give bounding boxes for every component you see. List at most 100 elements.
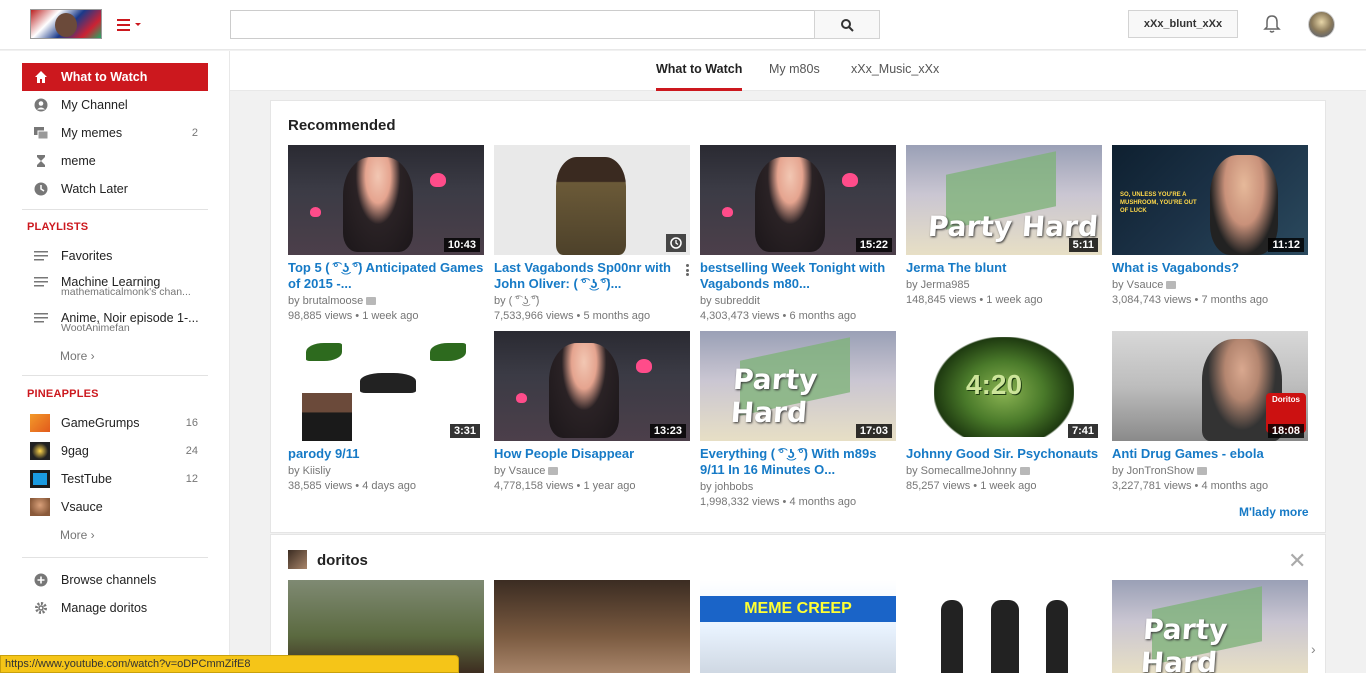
guide-menu-button[interactable]: [117, 16, 143, 34]
video-thumbnail[interactable]: Party Hard 17:03: [700, 331, 896, 441]
video-thumbnail[interactable]: [494, 580, 690, 673]
channel-name[interactable]: by SomecallmeJohnny: [906, 465, 1017, 477]
video-card[interactable]: 13:23 How People Disappear by Vsauce 4,7…: [494, 331, 690, 494]
search-input[interactable]: [230, 10, 815, 39]
video-channel[interactable]: by Vsauce: [494, 464, 690, 479]
site-logo[interactable]: [30, 9, 102, 39]
sidebar-item-my-channel[interactable]: My Channel: [22, 91, 208, 119]
video-card[interactable]: Last Vagabonds Sp00nr with John Oliver: …: [494, 145, 690, 324]
avatar[interactable]: [1308, 11, 1335, 38]
playlist-icon: [34, 251, 48, 261]
upload-age: 1 week ago: [980, 480, 1037, 492]
video-thumbnail[interactable]: Doritos 18:08: [1112, 331, 1308, 441]
upload-age: 7 months ago: [1201, 294, 1269, 306]
video-channel[interactable]: by brutalmoose: [288, 294, 484, 309]
video-card[interactable]: Party Hard 5:11 Jerma The blunt by Jerma…: [906, 145, 1102, 308]
sidebar-item-label: Manage doritos: [61, 601, 148, 615]
channel-name[interactable]: by brutalmoose: [288, 295, 363, 307]
video-channel[interactable]: by Jerma985: [906, 278, 1102, 293]
chevron-down-icon: [135, 23, 141, 26]
video-card[interactable]: SO, UNLESS YOU'RE A MUSHROOM, YOU'RE OUT…: [1112, 145, 1308, 308]
sidebar-item-watch-later[interactable]: Watch Later: [22, 175, 208, 203]
video-title[interactable]: What is Vagabonds?: [1112, 260, 1308, 276]
video-thumbnail[interactable]: Party Hard: [1112, 580, 1308, 673]
video-channel[interactable]: by ( ͡° ͜ʖ ͡°): [494, 294, 690, 309]
channel-name[interactable]: by ( ͡° ͜ʖ ͡°): [494, 295, 539, 307]
video-card[interactable]: Doritos 18:08 Anti Drug Games - ebola by…: [1112, 331, 1308, 494]
channel-thumbnail[interactable]: [288, 550, 307, 569]
video-thumbnail[interactable]: 10:43: [288, 145, 484, 255]
video-channel[interactable]: by Kiisliy: [288, 464, 484, 479]
video-thumbnail[interactable]: MEME CREEP: [700, 580, 896, 673]
sidebar-item-what-to-watch[interactable]: What to Watch: [22, 63, 208, 91]
video-thumbnail[interactable]: SO, UNLESS YOU'RE A MUSHROOM, YOU'RE OUT…: [1112, 145, 1308, 255]
sidebar-item-manage-doritos[interactable]: Manage doritos: [22, 594, 208, 622]
section-heading-playlists[interactable]: PLAYLISTS: [27, 221, 88, 233]
video-thumbnail[interactable]: Party Hard 5:11: [906, 145, 1102, 255]
watch-later-icon[interactable]: [666, 234, 686, 252]
video-title[interactable]: How People Disappear: [494, 446, 690, 462]
shelf-more-link[interactable]: M'lady more: [1239, 505, 1309, 519]
chevron-right-icon[interactable]: ›: [1311, 641, 1316, 657]
close-icon[interactable]: ✕: [1288, 550, 1306, 572]
notification-bell-icon[interactable]: [1263, 14, 1281, 34]
video-card[interactable]: 4:20 7:41 Johnny Good Sir. Psychonauts b…: [906, 331, 1102, 494]
person-icon: [34, 98, 48, 112]
sidebar-item-label: Browse channels: [61, 573, 157, 587]
video-channel[interactable]: by JonTronShow: [1112, 464, 1308, 479]
section-heading-pineapples[interactable]: PINEAPPLES: [27, 388, 99, 400]
video-card[interactable]: 10:43 Top 5 ( ͡° ͜ʖ ͡°) Anticipated Game…: [288, 145, 484, 324]
video-channel[interactable]: by johbobs: [700, 480, 896, 495]
video-channel[interactable]: by SomecallmeJohnny: [906, 464, 1102, 479]
sidebar-item-favorites[interactable]: Favorites: [22, 242, 208, 270]
sidebar-item-meme[interactable]: meme: [22, 147, 208, 175]
sidebar-item-anime-noir[interactable]: Anime, Noir episode 1-... WootAnimefan: [22, 304, 208, 338]
playlists-more-link[interactable]: More ›: [60, 349, 95, 363]
verified-icon: [1166, 281, 1177, 290]
video-title[interactable]: Jerma The blunt: [906, 260, 1102, 276]
video-channel[interactable]: by subreddit: [700, 294, 896, 309]
channel-name[interactable]: by subreddit: [700, 295, 760, 307]
sidebar-item-testtube[interactable]: TestTube 12: [22, 465, 208, 493]
channel-name[interactable]: by johbobs: [700, 481, 753, 493]
view-count: 85,257 views: [906, 480, 971, 492]
video-card[interactable]: 3:31 parody 9/11 by Kiisliy 38,585 views…: [288, 331, 484, 494]
sidebar-item-machine-learning[interactable]: Machine Learning mathematicalmonk's chan…: [22, 268, 208, 302]
sidebar-item-count: 12: [185, 473, 198, 485]
video-title[interactable]: Everything ( ͡° ͜ʖ ͡°) With m89s 9/11 In…: [700, 446, 896, 478]
video-thumbnail[interactable]: [494, 145, 690, 255]
tab-my-m80s[interactable]: My m80s: [769, 62, 820, 91]
video-title[interactable]: bestselling Week Tonight with Vagabonds …: [700, 260, 896, 292]
video-thumbnail[interactable]: 4:20 7:41: [906, 331, 1102, 441]
video-title[interactable]: parody 9/11: [288, 446, 484, 462]
sidebar-item-9gag[interactable]: 9gag 24: [22, 437, 208, 465]
video-card[interactable]: Party Hard 17:03 Everything ( ͡° ͜ʖ ͡°) …: [700, 331, 896, 510]
channel-name[interactable]: by Jerma985: [906, 279, 970, 291]
video-title[interactable]: Top 5 ( ͡° ͜ʖ ͡°) Anticipated Games of 2…: [288, 260, 484, 292]
video-title[interactable]: Last Vagabonds Sp00nr with John Oliver: …: [494, 260, 690, 292]
video-thumbnail[interactable]: 13:23: [494, 331, 690, 441]
sidebar-item-browse-channels[interactable]: Browse channels: [22, 566, 208, 594]
tab-xxx-music[interactable]: xXx_Music_xXx: [851, 62, 939, 91]
tab-what-to-watch[interactable]: What to Watch: [656, 62, 743, 91]
sidebar-item-gamegrumps[interactable]: GameGrumps 16: [22, 409, 208, 437]
video-channel[interactable]: by Vsauce: [1112, 278, 1308, 293]
sidebar-item-vsauce[interactable]: Vsauce: [22, 493, 208, 521]
video-thumbnail[interactable]: [906, 580, 1102, 673]
shelf-title[interactable]: doritos: [317, 552, 368, 569]
sidebar-item-my-memes[interactable]: My memes 2: [22, 119, 208, 147]
channel-name[interactable]: by Vsauce: [494, 465, 545, 477]
video-card[interactable]: 15:22 bestselling Week Tonight with Vaga…: [700, 145, 896, 324]
video-thumbnail[interactable]: 15:22: [700, 145, 896, 255]
video-title[interactable]: Johnny Good Sir. Psychonauts: [906, 446, 1102, 462]
more-actions-icon[interactable]: [686, 264, 689, 276]
user-button[interactable]: xXx_blunt_xXx: [1128, 10, 1238, 38]
channels-more-link[interactable]: More ›: [60, 528, 95, 542]
channel-name[interactable]: by Kiisliy: [288, 465, 331, 477]
channel-name[interactable]: by JonTronShow: [1112, 465, 1194, 477]
channel-name[interactable]: by Vsauce: [1112, 279, 1163, 291]
video-thumbnail[interactable]: 3:31: [288, 331, 484, 441]
video-title[interactable]: Anti Drug Games - ebola: [1112, 446, 1308, 462]
video-meta: 148,845 views • 1 week ago: [906, 294, 1043, 306]
search-button[interactable]: [814, 10, 880, 39]
